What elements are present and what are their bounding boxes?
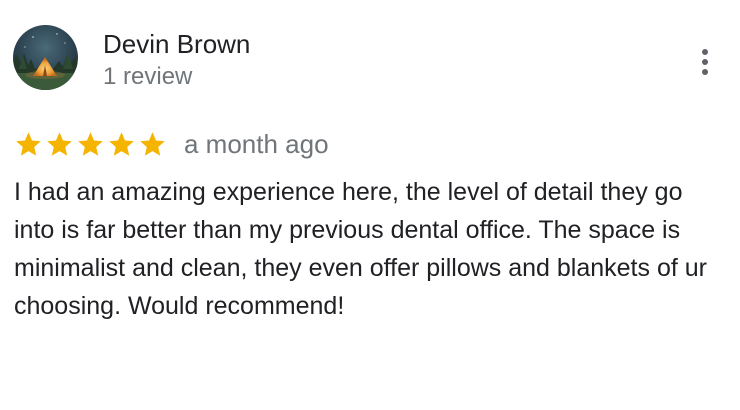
- reviewer-review-count[interactable]: 1 review: [103, 62, 192, 92]
- star-rating: [14, 130, 167, 158]
- rating-row: a month ago: [14, 126, 329, 162]
- more-vert-icon: [702, 49, 708, 55]
- more-vert-icon-dot: [702, 69, 708, 75]
- tent-campsite-image: [13, 25, 78, 90]
- more-options-button[interactable]: [690, 44, 720, 80]
- review-date: a month ago: [184, 129, 329, 159]
- review-text: I had an amazing experience here, the le…: [14, 178, 707, 320]
- reviewer-name[interactable]: Devin Brown: [103, 28, 250, 60]
- more-vert-icon-dot: [702, 59, 708, 65]
- star-icon: [78, 132, 103, 156]
- star-icon: [47, 132, 72, 156]
- star-icon: [140, 132, 165, 156]
- review-card: Devin Brown 1 review a month ago I had a…: [0, 0, 740, 410]
- reviewer-avatar[interactable]: [13, 25, 78, 90]
- star-icon: [16, 132, 41, 156]
- star-icon: [109, 132, 134, 156]
